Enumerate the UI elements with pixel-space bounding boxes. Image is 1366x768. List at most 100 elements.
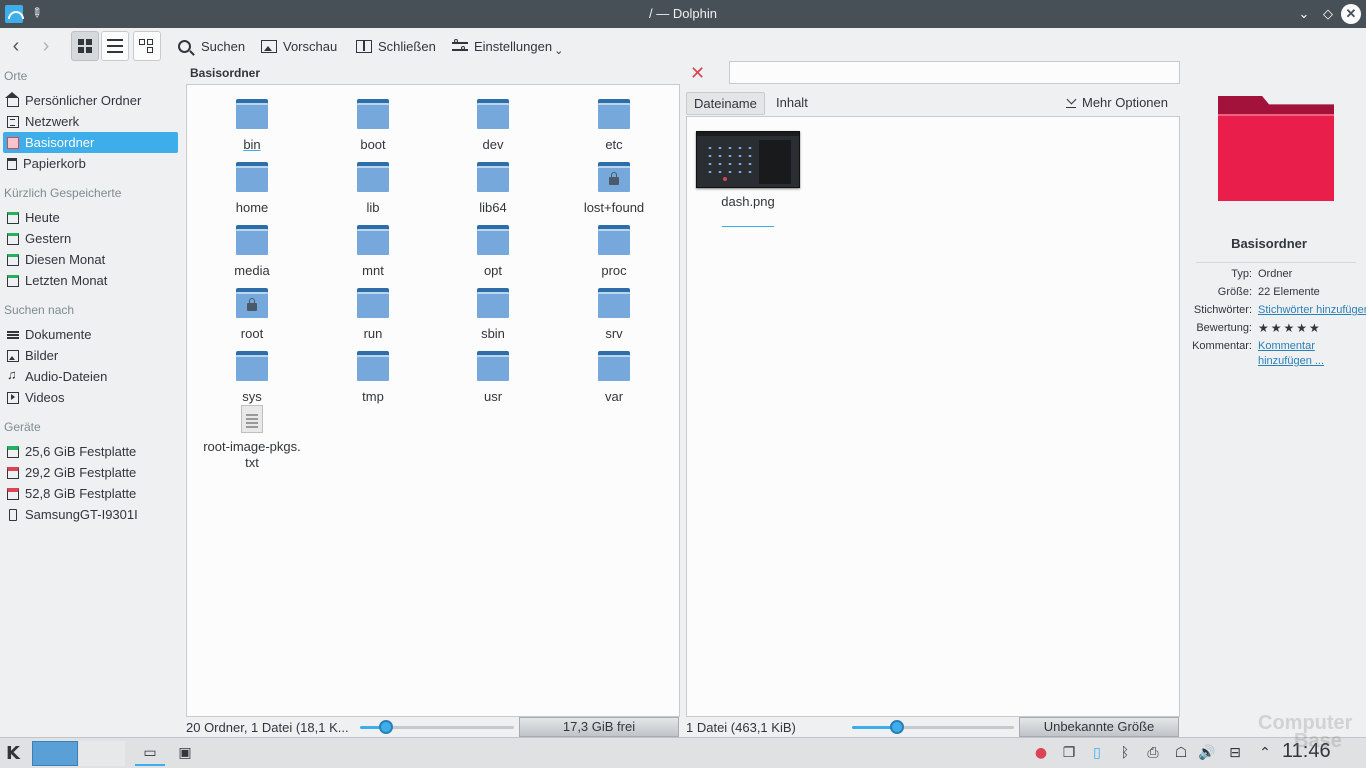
more-options-button[interactable]: Mehr Optionen <box>1066 95 1168 110</box>
folder-icon <box>477 223 509 257</box>
filter-input[interactable] <box>729 61 1180 84</box>
folder-item[interactable]: home <box>197 160 307 220</box>
device-disk-1[interactable]: 25,6 GiB Festplatte <box>3 441 178 462</box>
right-zoom-slider[interactable] <box>852 720 1014 734</box>
virtual-desktop-1[interactable] <box>32 741 78 766</box>
recent-today[interactable]: Heute <box>3 207 178 228</box>
preview-button[interactable]: Vorschau <box>261 31 337 61</box>
recent-yesterday[interactable]: Gestern <box>3 228 178 249</box>
add-tags-link[interactable]: Stichwörter hinzufügen <box>1258 303 1366 318</box>
recent-this-month[interactable]: Diesen Monat <box>3 249 178 270</box>
device-disk-3[interactable]: 52,8 GiB Festplatte <box>3 483 178 504</box>
file-name: root-image-pkgs. txt <box>197 439 307 471</box>
search-documents[interactable]: Dokumente <box>3 324 178 345</box>
folder-item[interactable]: root <box>197 286 307 346</box>
watermark-logo: Computer Base <box>1258 713 1352 751</box>
folder-item[interactable]: proc <box>559 223 669 283</box>
folder-item[interactable]: usr <box>438 349 548 409</box>
details-view-button[interactable] <box>133 31 161 61</box>
folder-item[interactable]: var <box>559 349 669 409</box>
folder-item[interactable]: bin <box>197 97 307 157</box>
place-home[interactable]: Persönlicher Ordner <box>3 90 178 111</box>
place-root[interactable]: Basisordner <box>3 132 178 153</box>
ghost-icon[interactable]: ☖ <box>1172 744 1190 762</box>
folder-item[interactable]: opt <box>438 223 548 283</box>
battery-icon[interactable]: ▯ <box>1088 744 1106 762</box>
application-launcher-icon[interactable]: K <box>6 744 26 764</box>
close-button[interactable]: ✕ <box>1341 4 1361 24</box>
folder-item[interactable]: sys <box>197 349 307 409</box>
forward-button[interactable]: › <box>34 31 58 61</box>
file-name[interactable]: dash.png <box>696 194 800 209</box>
recent-last-month[interactable]: Letzten Monat <box>3 270 178 291</box>
places-section-header: Orte <box>4 69 28 83</box>
folder-item[interactable]: lib <box>318 160 428 220</box>
device-phone[interactable]: SamsungGT-I9301I <box>3 504 178 525</box>
left-free-space[interactable]: 17,3 GiB frei <box>519 717 679 737</box>
rating-stars[interactable]: ★★★★★ <box>1258 321 1366 336</box>
place-network[interactable]: Netzwerk <box>3 111 178 132</box>
chevron-right-icon: › <box>42 34 50 57</box>
search-button[interactable]: Suchen <box>178 31 245 61</box>
file-name-line: root-image-pkgs. <box>203 439 301 454</box>
tab-filename[interactable]: Dateiname <box>686 92 765 115</box>
user-icon[interactable]: ● <box>1032 744 1050 762</box>
folder-item[interactable]: tmp <box>318 349 428 409</box>
tab-content[interactable]: Inhalt <box>769 92 815 115</box>
printer-icon[interactable]: ⎙ <box>1144 744 1162 762</box>
search-videos[interactable]: Videos <box>3 387 178 408</box>
folder-icon <box>236 223 268 257</box>
back-button[interactable]: ‹ <box>4 31 28 61</box>
clipboard-icon[interactable]: ❐ <box>1060 744 1078 762</box>
place-trash[interactable]: Papierkorb <box>3 153 178 174</box>
locked-folder-icon <box>598 160 630 194</box>
folder-item[interactable]: media <box>197 223 307 283</box>
folder-item[interactable]: etc <box>559 97 669 157</box>
add-comment-link[interactable]: Kommentar <box>1258 339 1366 354</box>
place-label: Persönlicher Ordner <box>25 93 142 108</box>
folder-item[interactable]: srv <box>559 286 669 346</box>
search-images[interactable]: Bilder <box>3 345 178 366</box>
hard-disk-icon <box>7 466 19 479</box>
window-title: / — Dolphin <box>649 6 717 21</box>
folder-item[interactable]: boot <box>318 97 428 157</box>
search-audio[interactable]: Audio-Dateien <box>3 366 178 387</box>
settings-button[interactable]: Einstellungen ⌄ <box>452 31 563 61</box>
compact-view-button[interactable] <box>101 31 129 61</box>
task-dolphin[interactable]: ▭ <box>135 741 165 766</box>
file-item[interactable]: root-image-pkgs. txt <box>197 405 307 470</box>
minimize-button[interactable]: ⌄ <box>1294 4 1314 24</box>
place-label: SamsungGT-I9301I <box>25 507 138 522</box>
task-other[interactable]: ▣ <box>170 741 200 766</box>
zoom-slider-handle[interactable] <box>890 720 904 734</box>
add-comment-link[interactable]: hinzufügen ... <box>1258 354 1366 369</box>
zoom-slider-handle[interactable] <box>379 720 393 734</box>
left-file-view[interactable]: root-image-pkgs. txt bin boot dev etc home li… <box>186 84 680 717</box>
info-key: Bewertung: <box>1196 322 1252 334</box>
calendar-icon <box>7 211 19 224</box>
document-list-icon <box>7 329 19 341</box>
left-zoom-slider[interactable] <box>360 720 514 734</box>
bluetooth-icon[interactable]: ᛒ <box>1116 744 1134 762</box>
maximize-button[interactable]: ◇ <box>1318 4 1338 24</box>
folder-item[interactable]: lost+found <box>559 160 669 220</box>
left-pane-location[interactable]: Basisordner <box>190 66 260 80</box>
image-thumbnail[interactable] <box>696 131 800 188</box>
place-label: Gestern <box>25 231 72 246</box>
device-disk-2[interactable]: 29,2 GiB Festplatte <box>3 462 178 483</box>
folder-item[interactable]: sbin <box>438 286 548 346</box>
network-monitor-icon[interactable]: ⊟ <box>1226 744 1244 762</box>
hard-disk-icon <box>7 445 19 458</box>
folder-item[interactable]: dev <box>438 97 548 157</box>
icons-view-button[interactable] <box>71 31 99 61</box>
close-split-button[interactable]: Schließen <box>356 31 436 61</box>
place-label: 29,2 GiB Festplatte <box>25 465 137 480</box>
folder-item[interactable]: run <box>318 286 428 346</box>
place-label: Audio-Dateien <box>25 369 108 384</box>
filter-close-button[interactable]: ✕ <box>690 64 706 82</box>
folder-item[interactable]: mnt <box>318 223 428 283</box>
virtual-desktop-2[interactable] <box>79 741 125 766</box>
volume-icon[interactable]: 🔊 <box>1198 744 1216 762</box>
folder-item[interactable]: lib64 <box>438 160 548 220</box>
right-free-space[interactable]: Unbekannte Größe <box>1019 717 1179 737</box>
